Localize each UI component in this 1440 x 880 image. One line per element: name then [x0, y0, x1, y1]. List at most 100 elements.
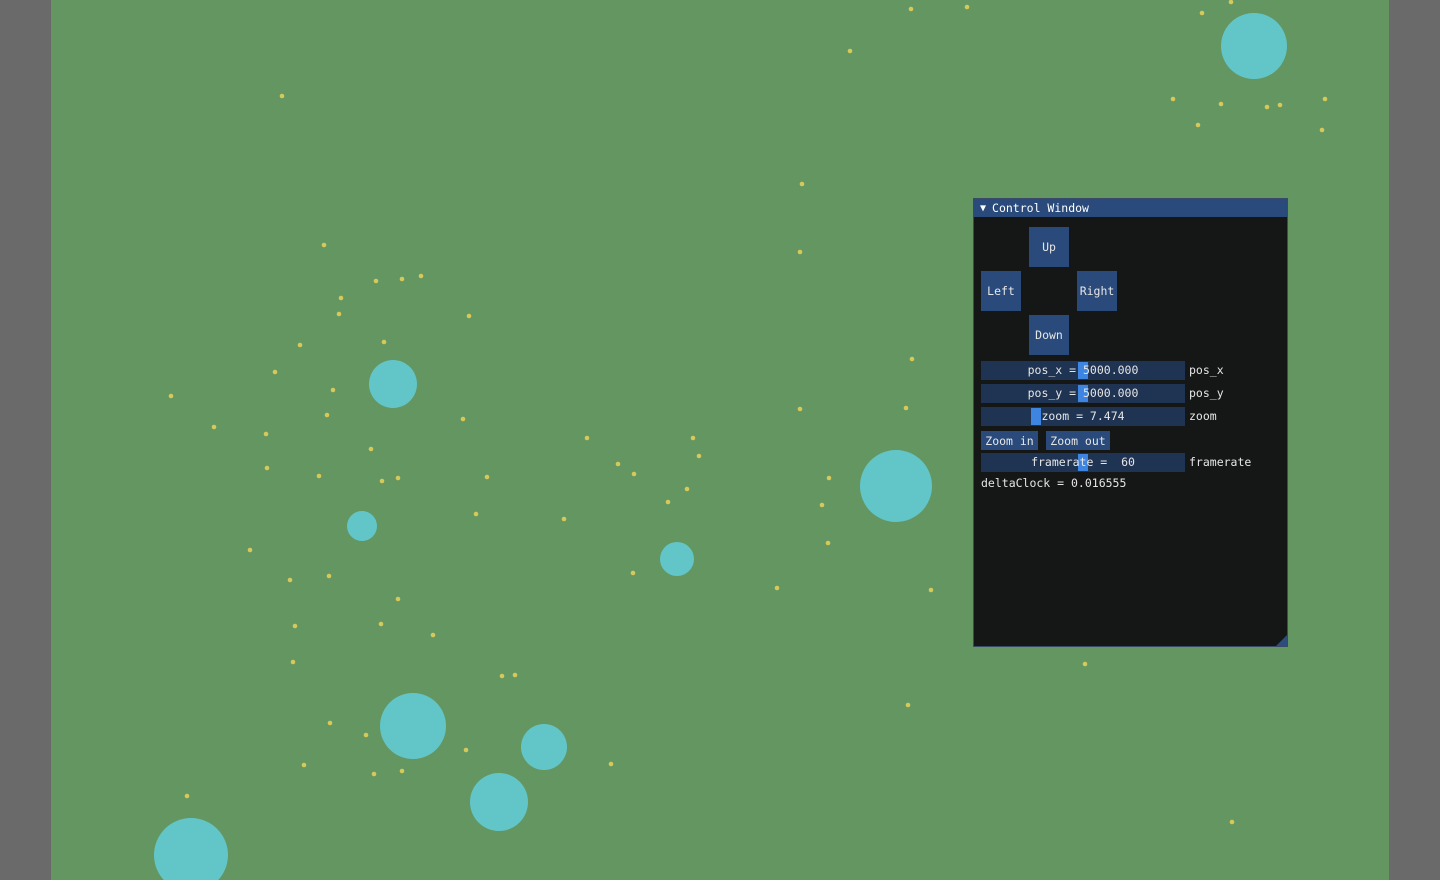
blob [154, 818, 228, 880]
food-pellet [336, 311, 342, 317]
food-pellet [630, 570, 636, 576]
food-pellet [316, 473, 322, 479]
window-title: Control Window [992, 201, 1089, 215]
food-pellet [321, 242, 327, 248]
blob [860, 450, 932, 522]
food-pellet [272, 369, 278, 375]
food-pellet [381, 339, 387, 345]
food-pellet [324, 412, 330, 418]
pos-x-slider[interactable]: pos_x = 5000.000 [981, 361, 1185, 380]
food-pellet [928, 587, 934, 593]
zoom-label: zoom [1189, 409, 1217, 423]
food-pellet [690, 435, 696, 441]
food-pellet [292, 623, 298, 629]
food-pellet [819, 502, 825, 508]
pos-x-value: pos_x = 5000.000 [1027, 363, 1139, 377]
pos-x-label: pos_x [1189, 363, 1224, 377]
food-pellet [395, 596, 401, 602]
food-pellet [608, 761, 614, 767]
framerate-slider[interactable]: framerate = 60 [981, 453, 1185, 472]
pos-y-label: pos_y [1189, 386, 1224, 400]
pos-y-value: pos_y = 5000.000 [1027, 386, 1139, 400]
food-pellet [1319, 127, 1325, 133]
food-pellet [301, 762, 307, 768]
food-pellet [684, 486, 690, 492]
blob [347, 511, 377, 541]
food-pellet [908, 6, 914, 12]
food-pellet [1195, 122, 1201, 128]
framerate-value: framerate = 60 [1031, 455, 1135, 469]
food-pellet [466, 313, 472, 319]
food-pellet [247, 547, 253, 553]
zoom-value: zoom = 7.474 [1041, 409, 1125, 423]
food-pellet [378, 621, 384, 627]
food-pellet [399, 276, 405, 282]
food-pellet [584, 435, 590, 441]
food-pellet [184, 793, 190, 799]
zoom-in-button[interactable]: Zoom in [981, 431, 1038, 450]
food-pellet [826, 475, 832, 481]
food-pellet [1277, 102, 1283, 108]
blob [380, 693, 446, 759]
food-pellet [264, 465, 270, 471]
food-pellet [1199, 10, 1205, 16]
food-pellet [279, 93, 285, 99]
food-pellet [473, 511, 479, 517]
food-pellet [263, 431, 269, 437]
down-button[interactable]: Down [1029, 315, 1069, 355]
zoom-out-button[interactable]: Zoom out [1046, 431, 1110, 450]
food-pellet [1322, 96, 1328, 102]
window-titlebar[interactable]: ▼ Control Window [974, 199, 1287, 217]
food-pellet [665, 499, 671, 505]
blob [660, 542, 694, 576]
food-pellet [561, 516, 567, 522]
food-pellet [905, 702, 911, 708]
food-pellet [825, 540, 831, 546]
food-pellet [363, 732, 369, 738]
blob [470, 773, 528, 831]
food-pellet [696, 453, 702, 459]
blob [369, 360, 417, 408]
food-pellet [909, 356, 915, 362]
food-pellet [1228, 0, 1234, 5]
food-pellet [395, 475, 401, 481]
food-pellet [297, 342, 303, 348]
delta-clock-text: deltaClock = 0.016555 [981, 476, 1127, 490]
food-pellet [799, 181, 805, 187]
food-pellet [964, 4, 970, 10]
food-pellet [327, 720, 333, 726]
pos-y-slider[interactable]: pos_y = 5000.000 [981, 384, 1185, 403]
food-pellet [399, 768, 405, 774]
right-button[interactable]: Right [1077, 271, 1117, 311]
food-pellet [368, 446, 374, 452]
food-pellet [847, 48, 853, 54]
food-pellet [1082, 661, 1088, 667]
food-pellet [1229, 819, 1235, 825]
food-pellet [330, 387, 336, 393]
food-pellet [1170, 96, 1176, 102]
food-pellet [774, 585, 780, 591]
food-pellet [379, 478, 385, 484]
food-pellet [430, 632, 436, 638]
food-pellet [338, 295, 344, 301]
food-pellet [418, 273, 424, 279]
collapse-arrow-icon[interactable]: ▼ [980, 203, 986, 214]
food-pellet [903, 405, 909, 411]
food-pellet [1218, 101, 1224, 107]
food-pellet [463, 747, 469, 753]
resize-grip[interactable] [1276, 635, 1287, 646]
blob [521, 724, 567, 770]
up-button[interactable]: Up [1029, 227, 1069, 267]
food-pellet [168, 393, 174, 399]
food-pellet [211, 424, 217, 430]
food-pellet [1264, 104, 1270, 110]
food-pellet [615, 461, 621, 467]
blob [1221, 13, 1287, 79]
food-pellet [371, 771, 377, 777]
zoom-slider[interactable]: zoom = 7.474 [981, 407, 1185, 426]
left-button[interactable]: Left [981, 271, 1021, 311]
food-pellet [290, 659, 296, 665]
food-pellet [326, 573, 332, 579]
control-window[interactable]: ▼ Control Window Up Left Right Down pos_… [973, 198, 1288, 647]
food-pellet [373, 278, 379, 284]
